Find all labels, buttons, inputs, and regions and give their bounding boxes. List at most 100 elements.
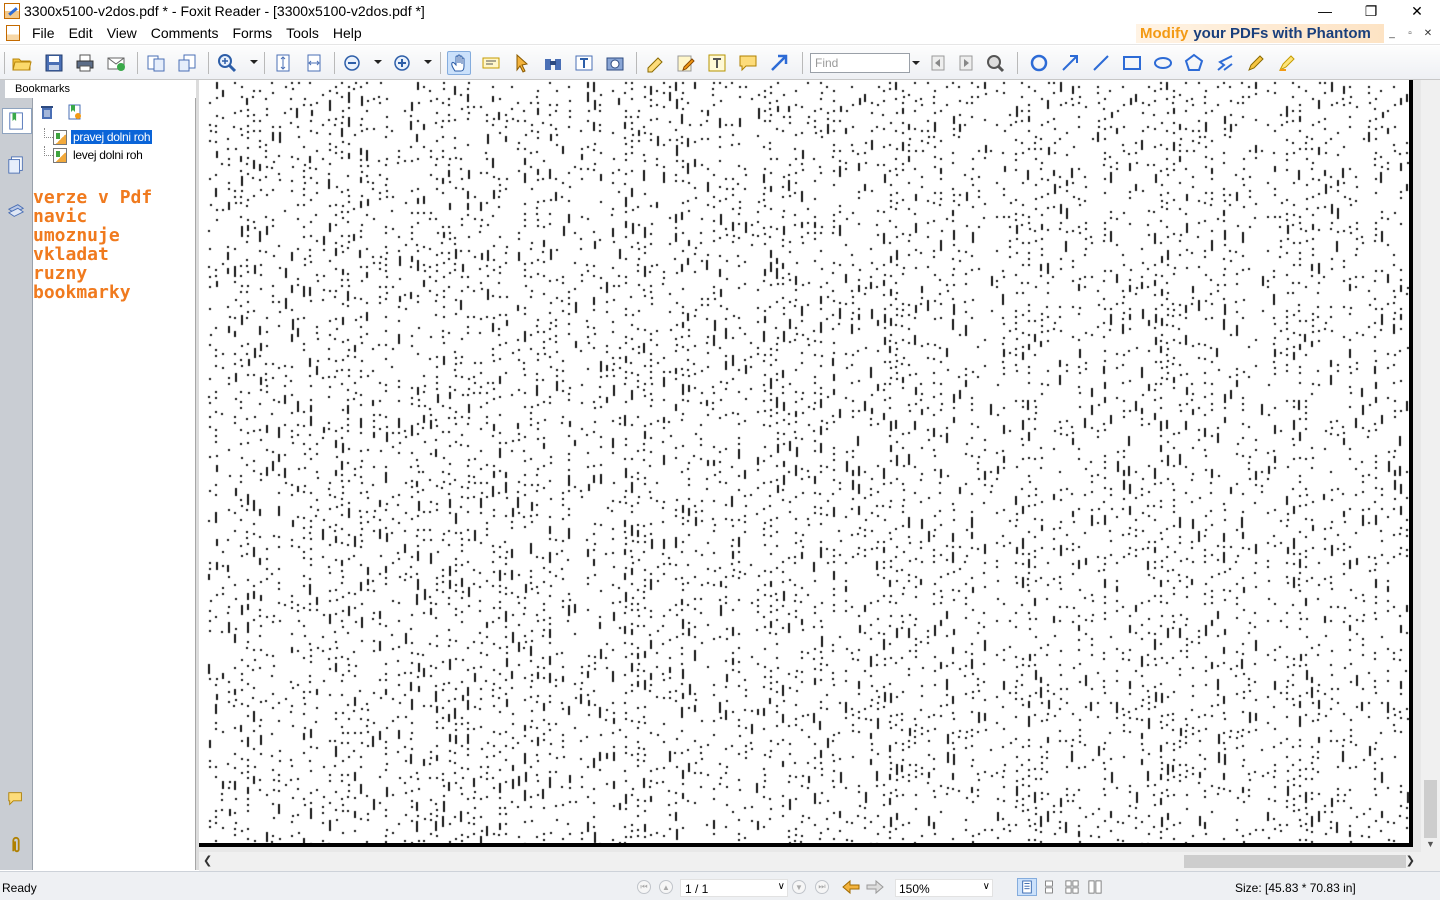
layers-panel-icon[interactable] xyxy=(4,198,28,224)
zoom-in-dropdown-icon[interactable] xyxy=(424,60,432,64)
select-text-icon[interactable] xyxy=(479,51,503,75)
page-number-value: 1 / 1 xyxy=(685,882,709,896)
oval-tool-icon[interactable] xyxy=(1151,51,1175,75)
menu-comments[interactable]: Comments xyxy=(145,25,227,41)
facing-view-icon[interactable] xyxy=(1062,878,1082,896)
promo-banner[interactable]: Modify your PDFs with Phantom xyxy=(1136,24,1384,43)
comments-panel-icon[interactable] xyxy=(4,786,28,812)
scroll-corner xyxy=(1421,852,1440,871)
save-icon[interactable] xyxy=(42,51,66,75)
menu-bar: File Edit View Comments Forms Tools Help… xyxy=(0,22,1440,45)
mdi-controls: _ ▫ ✕ xyxy=(1384,26,1436,40)
mdi-close-button[interactable]: ✕ xyxy=(1420,26,1436,40)
typewriter-icon[interactable] xyxy=(643,51,667,75)
continuous-facing-view-icon[interactable] xyxy=(1085,878,1105,896)
pointer-icon[interactable] xyxy=(510,51,534,75)
menu-help[interactable]: Help xyxy=(327,25,370,41)
bookmark-item-levej-dolni-roh[interactable]: levej dolni roh xyxy=(33,146,193,164)
scroll-right-arrow-icon[interactable]: ❯ xyxy=(1406,854,1415,867)
find-next-icon[interactable] xyxy=(954,51,978,75)
bookmark-icon xyxy=(53,147,67,163)
bookmark-label: pravej dolni roh xyxy=(71,130,153,144)
menu-edit[interactable]: Edit xyxy=(63,25,101,41)
pages-panel-icon[interactable] xyxy=(4,152,28,178)
zoom-level-input[interactable]: 150% ∨ xyxy=(895,879,993,897)
camera-icon[interactable] xyxy=(603,51,627,75)
comment-bubble-icon[interactable] xyxy=(736,51,760,75)
email-icon[interactable] xyxy=(104,51,128,75)
zoom-out-icon[interactable] xyxy=(340,51,364,75)
menu-tools[interactable]: Tools xyxy=(280,25,327,41)
single-page-view-icon[interactable] xyxy=(1017,878,1037,896)
document-view[interactable] xyxy=(199,80,1421,852)
zoom-dropdown-icon[interactable] xyxy=(250,60,258,64)
first-page-icon[interactable]: ⏮ xyxy=(637,880,651,894)
add-bookmark-icon[interactable] xyxy=(67,104,83,126)
find-input[interactable]: Find xyxy=(810,53,910,73)
rectangle-tool-icon[interactable] xyxy=(1120,51,1144,75)
insert-pages-icon[interactable] xyxy=(175,51,199,75)
attachments-paperclip-icon[interactable] xyxy=(4,832,28,858)
document-icon[interactable] xyxy=(6,25,20,41)
print-icon[interactable] xyxy=(73,51,97,75)
panel-title: Bookmarks xyxy=(15,83,71,95)
restore-button[interactable]: ❐ xyxy=(1348,0,1394,22)
promo-highlight: Modify xyxy=(1140,25,1189,42)
menu-file[interactable]: File xyxy=(26,25,63,41)
bookmarks-panel-icon[interactable] xyxy=(2,108,32,134)
menu-forms[interactable]: Forms xyxy=(226,25,280,41)
fit-width-icon[interactable] xyxy=(302,51,326,75)
mdi-minimize-button[interactable]: _ xyxy=(1384,26,1400,40)
page-dropdown-icon[interactable]: ∨ xyxy=(778,881,785,892)
status-bar: Ready ⏮ ▲ 1 / 1 ∨ ▼ ⏭ 150% ∨ Size: [45.8… xyxy=(0,871,1440,900)
previous-page-icon[interactable]: ▲ xyxy=(659,880,673,894)
back-history-arrow-icon[interactable] xyxy=(842,879,860,895)
polyline-tool-icon[interactable] xyxy=(1213,51,1237,75)
vertical-scrollbar[interactable]: ▼ xyxy=(1421,80,1440,852)
mdi-restore-button[interactable]: ▫ xyxy=(1402,26,1418,40)
circle-tool-icon[interactable] xyxy=(1027,51,1051,75)
promo-text: your PDFs with Phantom xyxy=(1193,25,1371,42)
snapshot-binoculars-icon[interactable] xyxy=(541,51,565,75)
delete-bookmark-trash-icon[interactable] xyxy=(39,104,55,126)
find-previous-icon[interactable] xyxy=(926,51,950,75)
note-pencil-icon[interactable] xyxy=(674,51,698,75)
scroll-down-arrow-icon[interactable]: ▼ xyxy=(1426,839,1435,849)
menu-view[interactable]: View xyxy=(101,25,145,41)
vertical-scroll-thumb[interactable] xyxy=(1424,780,1437,838)
pdf-page xyxy=(199,80,1413,847)
zoom-level-dropdown-icon[interactable]: ∨ xyxy=(983,881,990,892)
bookmark-item-pravej-dolni-roh[interactable]: pravej dolni roh xyxy=(33,128,193,146)
polygon-tool-icon[interactable] xyxy=(1182,51,1206,75)
next-page-icon[interactable]: ▼ xyxy=(792,880,806,894)
line-tool-icon[interactable] xyxy=(1089,51,1113,75)
extract-pages-icon[interactable] xyxy=(144,51,168,75)
zoom-in-magnifier-icon[interactable] xyxy=(215,51,239,75)
last-page-icon[interactable]: ⏭ xyxy=(815,880,829,894)
status-text: Ready xyxy=(2,881,37,895)
arrow-line-tool-icon[interactable] xyxy=(1058,51,1082,75)
title-bar: 3300x5100-v2dos.pdf * - Foxit Reader - [… xyxy=(0,0,1440,22)
forward-history-arrow-icon[interactable] xyxy=(866,879,884,895)
zoom-level-value: 150% xyxy=(899,882,930,896)
highlighter-icon[interactable] xyxy=(1275,51,1299,75)
fit-page-icon[interactable] xyxy=(271,51,295,75)
minimize-button[interactable]: — xyxy=(1302,0,1348,22)
search-icon[interactable] xyxy=(983,51,1007,75)
find-dropdown-icon[interactable] xyxy=(910,53,922,73)
horizontal-scrollbar[interactable]: ❮ ❯ xyxy=(199,852,1421,871)
text-select-tool-icon[interactable] xyxy=(572,51,596,75)
open-folder-icon[interactable] xyxy=(10,51,34,75)
horizontal-scroll-thumb[interactable] xyxy=(1184,855,1406,868)
pencil-tool-icon[interactable] xyxy=(1244,51,1268,75)
hand-tool-icon[interactable] xyxy=(447,51,471,75)
arrow-tool-icon[interactable] xyxy=(767,51,791,75)
window-controls: — ❐ ✕ xyxy=(1302,0,1440,22)
scroll-left-arrow-icon[interactable]: ❮ xyxy=(203,854,212,867)
page-number-input[interactable]: 1 / 1 ∨ xyxy=(680,879,788,897)
close-button[interactable]: ✕ xyxy=(1394,0,1440,22)
zoom-out-dropdown-icon[interactable] xyxy=(374,60,382,64)
zoom-in-icon[interactable] xyxy=(390,51,414,75)
continuous-view-icon[interactable] xyxy=(1039,878,1059,896)
textbox-icon[interactable] xyxy=(705,51,729,75)
